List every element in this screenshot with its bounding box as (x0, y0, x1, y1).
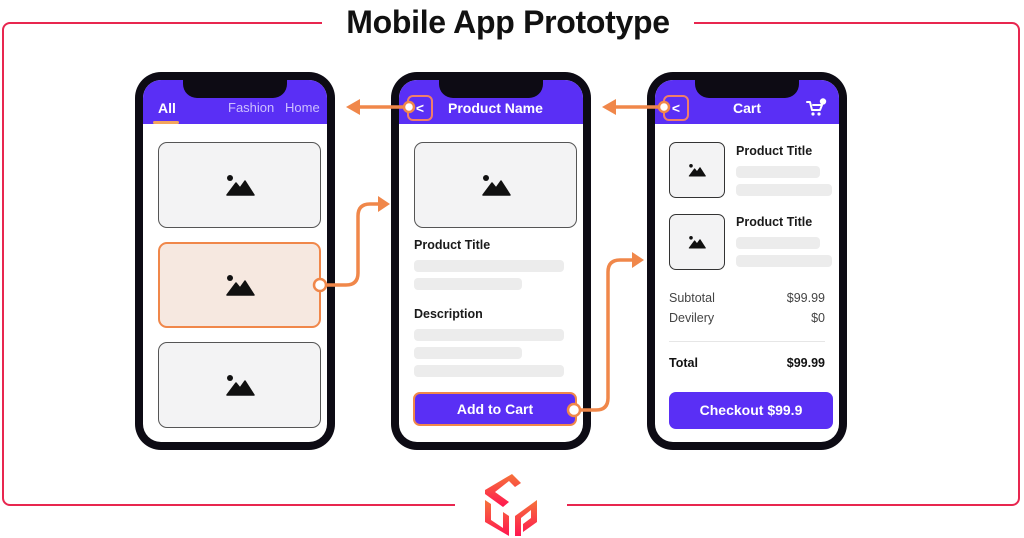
cart-icon[interactable] (805, 98, 827, 118)
image-icon (688, 163, 706, 177)
phone-notch (439, 80, 543, 98)
product-card[interactable] (158, 142, 321, 228)
product-header-title: Product Name (448, 100, 543, 116)
text-placeholder (414, 278, 522, 290)
total-value: $99.99 (786, 356, 825, 370)
text-placeholder (414, 365, 564, 377)
add-to-cart-button[interactable]: Add to Cart (413, 392, 577, 426)
phone-notch (183, 80, 287, 98)
image-icon (225, 174, 255, 196)
text-placeholder (414, 260, 564, 272)
tab-fashion[interactable]: Fashion (228, 100, 274, 115)
subtotal-row: Subtotal $99.99 (669, 291, 825, 305)
product-image (414, 142, 577, 228)
active-tab-indicator (153, 121, 179, 124)
text-placeholder (414, 347, 522, 359)
cart-item-title: Product Title (736, 144, 813, 158)
cart-item-thumbnail (669, 142, 725, 198)
phone-product-screen: < Product Name Product Title Description… (391, 72, 591, 450)
product-title: Product Title (414, 238, 491, 252)
checkout-button[interactable]: Checkout $99.9 (669, 392, 833, 429)
tab-home[interactable]: Home (285, 100, 320, 115)
phone-home-screen: All Fashion Home (135, 72, 335, 450)
product-screen: < Product Name Product Title Description… (399, 80, 583, 442)
product-card-selected[interactable] (158, 242, 321, 328)
subtotal-value: $99.99 (786, 291, 825, 305)
product-back-button[interactable]: < (407, 95, 433, 121)
title-container: Mobile App Prototype (322, 2, 694, 42)
delivery-value: $0 (811, 311, 825, 325)
phone-cart-screen: < Cart Product Title Product Title Subto… (647, 72, 847, 450)
delivery-label: Devilery (669, 311, 715, 325)
total-label: Total (669, 356, 698, 370)
text-placeholder (736, 255, 832, 267)
brand-logo-icon (485, 474, 537, 536)
cart-screen: < Cart Product Title Product Title Subto… (655, 80, 839, 442)
image-icon (481, 174, 511, 196)
subtotal-label: Subtotal (669, 291, 715, 305)
image-icon (225, 274, 255, 296)
tab-all[interactable]: All (158, 100, 176, 116)
cart-item-thumbnail (669, 214, 725, 270)
text-placeholder (414, 329, 564, 341)
logo-container (455, 466, 567, 538)
text-placeholder (736, 166, 820, 178)
cart-item-title: Product Title (736, 215, 813, 229)
image-icon (688, 235, 706, 249)
summary-divider (669, 341, 825, 342)
product-card[interactable] (158, 342, 321, 428)
description-label: Description (414, 307, 483, 321)
total-row: Total $99.99 (669, 356, 825, 370)
phone-notch (695, 80, 799, 98)
text-placeholder (736, 184, 832, 196)
image-icon (225, 374, 255, 396)
delivery-row: Devilery $0 (669, 311, 825, 325)
diagram-title: Mobile App Prototype (346, 4, 670, 40)
text-placeholder (736, 237, 820, 249)
home-screen: All Fashion Home (143, 80, 327, 442)
